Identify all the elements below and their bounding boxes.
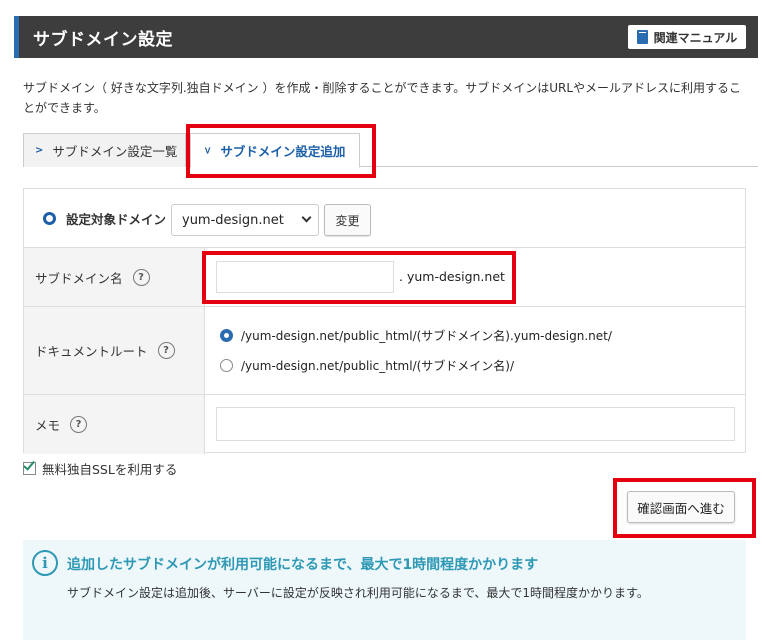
info-title: 追加したサブドメインが利用可能になるまで、最大で1時間程度かかります [67, 557, 539, 573]
radio-selected-icon[interactable] [220, 329, 233, 342]
subdomain-suffix: . yum-design.net [399, 269, 505, 284]
memo-label-cell: メモ ? [24, 395, 205, 454]
chevron-down-icon [301, 212, 312, 223]
checkmark-icon [23, 458, 35, 471]
subdomain-form: 設定対象ドメイン yum-design.net 変更 サブドメイン名 ? . y… [23, 188, 746, 454]
subdomain-label: サブドメイン名 [35, 270, 123, 286]
page-description: サブドメイン（ 好きな文字列.独自ドメイン ）を作成・削除することができます。サ… [23, 81, 742, 115]
book-icon [636, 30, 648, 44]
page-header: サブドメイン設定 関連マニュアル [14, 16, 758, 58]
info-icon: i [32, 550, 58, 576]
target-domain-radio-icon [43, 212, 56, 225]
domain-select[interactable]: yum-design.net [171, 204, 319, 236]
domain-row: 設定対象ドメイン yum-design.net 変更 [24, 189, 745, 248]
radio-unselected-icon[interactable] [220, 359, 233, 372]
chevron-right-icon: > [35, 145, 44, 156]
ssl-label: 無料独自SSLを利用する [42, 462, 178, 477]
chevron-down-icon: > [201, 146, 213, 155]
ssl-checkbox[interactable] [23, 458, 36, 475]
related-manual-button[interactable]: 関連マニュアル [628, 25, 746, 49]
help-icon[interactable]: ? [70, 416, 88, 433]
document-root-row: ドキュメントルート ? /yum-design.net/public_html/… [24, 307, 745, 395]
document-root-option-label: /yum-design.net/public_html/(サブドメイン名)/ [241, 359, 515, 373]
related-manual-label: 関連マニュアル [653, 30, 738, 45]
domain-select-value: yum-design.net [182, 212, 284, 228]
document-root-option[interactable]: /yum-design.net/public_html/(サブドメイン名)/ [220, 357, 514, 374]
document-root-option-label: /yum-design.net/public_html/(サブドメイン名).yu… [241, 329, 612, 343]
document-root-option[interactable]: /yum-design.net/public_html/(サブドメイン名).yu… [220, 327, 612, 344]
info-notice: i 追加したサブドメインが利用可能になるまで、最大で1時間程度かかります サブド… [23, 540, 746, 640]
tab-subdomain-add[interactable]: > サブドメイン設定追加 [190, 133, 360, 168]
tab-label: サブドメイン設定追加 [220, 144, 346, 159]
document-root-label-cell: ドキュメントルート ? [24, 307, 205, 394]
memo-input[interactable] [216, 407, 735, 441]
tab-subdomain-list[interactable]: > サブドメイン設定一覧 [23, 133, 186, 167]
domain-label: 設定対象ドメイン [66, 212, 167, 227]
memo-row: メモ ? [24, 395, 745, 454]
tab-label: サブドメイン設定一覧 [52, 144, 178, 159]
free-ssl-option[interactable]: 無料独自SSLを利用する [23, 458, 178, 478]
memo-label: メモ [35, 418, 61, 433]
page-title: サブドメイン設定 [33, 30, 173, 50]
confirm-button[interactable]: 確認画面へ進む [627, 491, 735, 523]
help-icon[interactable]: ? [157, 342, 175, 359]
tab-bar: > サブドメイン設定一覧 > サブドメイン設定追加 [23, 133, 758, 168]
info-body: サブドメイン設定は追加後、サーバーに設定が反映され利用可能になるまで、最大で1時… [67, 586, 649, 600]
document-root-label: ドキュメントルート [35, 344, 148, 359]
change-domain-button[interactable]: 変更 [324, 204, 371, 236]
subdomain-label-cell: サブドメイン名 ? [24, 248, 205, 306]
subdomain-input[interactable] [216, 261, 394, 293]
subdomain-row: サブドメイン名 ? . yum-design.net [24, 248, 745, 307]
help-icon[interactable]: ? [132, 268, 150, 286]
